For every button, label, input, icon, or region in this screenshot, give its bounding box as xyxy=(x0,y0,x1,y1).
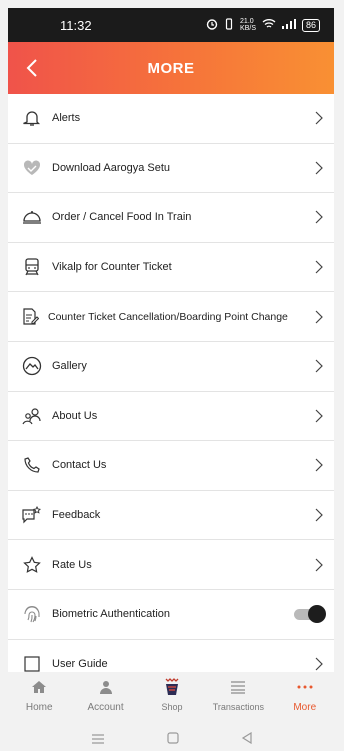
chevron-right-icon xyxy=(312,505,326,525)
chevron-right-icon xyxy=(312,654,326,672)
status-bar: 11:32 21.0 KB/S 86 xyxy=(8,8,334,42)
menu-item-user-guide[interactable]: User Guide xyxy=(8,640,334,672)
square-icon xyxy=(167,731,179,744)
nav-label: Home xyxy=(25,702,53,713)
menu-item-biometric-authentication: Biometric Authentication xyxy=(8,590,334,640)
menu-item-download-aarogya-setu[interactable]: Download Aarogya Setu xyxy=(8,144,334,194)
nav-more[interactable]: More xyxy=(275,675,335,713)
nav-transactions[interactable]: Transactions xyxy=(208,675,268,712)
menu-item-label: User Guide xyxy=(52,657,108,670)
more-menu-list: Alerts Download Aarogya Setu Order / Can… xyxy=(8,94,334,672)
wifi-icon xyxy=(262,18,276,32)
menu-item-counter-ticket-cancellation[interactable]: Counter Ticket Cancellation/Boarding Poi… xyxy=(8,292,334,342)
back-system-button[interactable] xyxy=(241,731,253,749)
heart-icon xyxy=(22,158,42,178)
menu-item-label: Order / Cancel Food In Train xyxy=(52,211,192,224)
menu-item-label: Contact Us xyxy=(52,459,107,472)
toggle-knob xyxy=(308,605,326,624)
menu-item-gallery[interactable]: Gallery xyxy=(8,342,334,392)
chevron-right-icon xyxy=(312,158,326,178)
nav-shop[interactable]: Shop xyxy=(142,675,202,712)
menu-item-alerts[interactable]: Alerts xyxy=(8,94,334,144)
star-icon xyxy=(22,555,42,575)
chevron-right-icon xyxy=(312,406,326,426)
battery-icon: 86 xyxy=(301,18,320,32)
menu-item-rate-us[interactable]: Rate Us xyxy=(8,540,334,590)
clock: 11:32 xyxy=(60,17,92,33)
more-dots-icon xyxy=(296,678,314,696)
chevron-right-icon xyxy=(312,356,326,376)
menu-item-contact-us[interactable]: Contact Us xyxy=(8,441,334,491)
menu-item-label: Vikalp for Counter Ticket xyxy=(52,261,172,274)
home-system-button[interactable] xyxy=(167,731,179,749)
menu-item-about-us[interactable]: About Us xyxy=(8,392,334,442)
guide-icon xyxy=(22,654,42,672)
chevron-left-icon xyxy=(26,59,37,77)
chevron-right-icon xyxy=(312,307,326,327)
transactions-icon xyxy=(229,678,247,696)
nav-label: Transactions xyxy=(212,702,264,712)
nav-home[interactable]: Home xyxy=(9,675,69,713)
ticket-edit-icon xyxy=(20,307,40,327)
app-header: MORE xyxy=(8,42,334,94)
nav-label: Account xyxy=(87,702,124,713)
shop-icon xyxy=(163,678,181,696)
menu-item-label: Counter Ticket Cancellation/Boarding Poi… xyxy=(48,310,288,323)
vibrate-icon xyxy=(224,17,234,33)
menu-lines-icon xyxy=(92,733,104,744)
signal-icon xyxy=(281,18,296,32)
triangle-back-icon xyxy=(241,731,252,744)
bell-icon xyxy=(22,108,42,128)
nav-label: Shop xyxy=(161,702,183,712)
account-icon xyxy=(97,678,115,696)
menu-item-label: Download Aarogya Setu xyxy=(52,161,171,174)
chevron-right-icon xyxy=(312,555,326,575)
phone-icon xyxy=(22,455,42,475)
menu-item-label: About Us xyxy=(52,409,98,422)
menu-item-label: Alerts xyxy=(52,112,81,125)
menu-item-label: Biometric Authentication xyxy=(52,608,171,621)
recent-apps-button[interactable] xyxy=(91,731,105,749)
page-title: MORE xyxy=(147,59,195,77)
bottom-nav: Home Account Shop Transactions More xyxy=(0,675,344,720)
home-icon xyxy=(30,678,48,696)
fingerprint-icon xyxy=(22,604,42,624)
back-button[interactable] xyxy=(18,54,46,82)
food-cloche-icon xyxy=(22,207,42,227)
menu-item-label: Gallery xyxy=(52,360,87,373)
net-speed: 21.0 KB/S xyxy=(240,18,256,32)
system-nav-bar xyxy=(0,728,344,751)
menu-item-label: Feedback xyxy=(52,509,101,522)
biometric-toggle[interactable] xyxy=(294,605,326,624)
feedback-icon xyxy=(22,505,42,525)
menu-item-vikalp[interactable]: Vikalp for Counter Ticket xyxy=(8,243,334,293)
train-icon xyxy=(22,257,42,277)
menu-item-label: Rate Us xyxy=(52,558,92,571)
gallery-icon xyxy=(22,356,42,376)
alarm-icon xyxy=(206,18,218,33)
people-icon xyxy=(22,406,42,426)
menu-item-order-cancel-food[interactable]: Order / Cancel Food In Train xyxy=(8,193,334,243)
nav-account[interactable]: Account xyxy=(76,675,136,713)
chevron-right-icon xyxy=(312,108,326,128)
status-icons: 21.0 KB/S 86 xyxy=(206,17,320,33)
nav-label: More xyxy=(293,702,317,713)
chevron-right-icon xyxy=(312,257,326,277)
menu-item-feedback[interactable]: Feedback xyxy=(8,491,334,541)
chevron-right-icon xyxy=(312,455,326,475)
chevron-right-icon xyxy=(312,207,326,227)
